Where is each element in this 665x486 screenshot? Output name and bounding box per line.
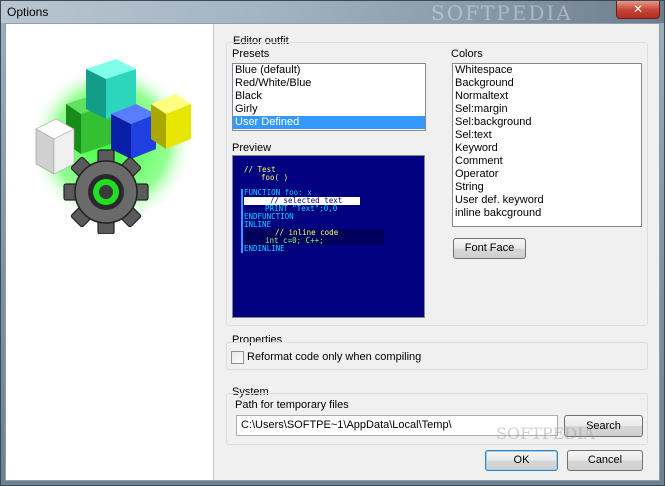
preset-item[interactable]: Red/White/Blue — [233, 77, 425, 90]
ok-button[interactable]: OK — [485, 450, 558, 471]
presets-list[interactable]: Blue (default) Red/White/Blue Black Girl… — [232, 63, 426, 131]
margin-bar — [241, 189, 243, 253]
color-item[interactable]: Whitespace — [453, 64, 641, 77]
presets-label: Presets — [232, 48, 270, 60]
reformat-checkbox[interactable] — [231, 351, 244, 364]
color-item[interactable]: inline bakcground — [453, 207, 641, 220]
preview-line: foo( ) — [261, 173, 289, 182]
title-bar[interactable]: Options SOFTPEDIA ✕ — [1, 1, 664, 25]
preview-line: ENDINLINE — [244, 244, 285, 253]
options-window: Options SOFTPEDIA ✕ Editor outfit Preset… — [0, 0, 665, 486]
color-item[interactable]: Sel:background — [453, 116, 641, 129]
watermark: SOFTPEDIA — [431, 1, 573, 25]
dialog-body: Editor outfit Presets Blue (default) Red… — [5, 23, 660, 481]
color-item[interactable]: Operator — [453, 168, 641, 181]
cancel-button[interactable]: Cancel — [567, 450, 643, 471]
reformat-label: Reformat code only when compiling — [247, 351, 422, 363]
window-title: Options — [7, 5, 49, 19]
colors-label: Colors — [451, 48, 483, 60]
preview-line: INLINE — [244, 220, 272, 229]
color-item[interactable]: Background — [453, 77, 641, 90]
preview-label: Preview — [232, 142, 272, 154]
color-item[interactable]: Keyword — [453, 142, 641, 155]
preset-item[interactable]: Girly — [233, 103, 425, 116]
temp-path-label: Path for temporary files — [235, 399, 349, 411]
cubes-and-gear-icon — [29, 59, 193, 234]
color-item[interactable]: Sel:text — [453, 129, 641, 142]
colors-list[interactable]: Whitespace Background Normaltext Sel:mar… — [452, 63, 642, 227]
logo-panel — [6, 24, 214, 480]
close-icon: ✕ — [632, 2, 644, 16]
color-item[interactable]: Comment — [453, 155, 641, 168]
preview-pane: // Test foo( ) FUNCTION foo: x // select… — [232, 155, 425, 318]
preset-item[interactable]: Blue (default) — [233, 64, 425, 77]
preset-item[interactable]: Black — [233, 90, 425, 103]
preset-item-selected[interactable]: User Defined — [233, 116, 425, 129]
color-item[interactable]: String — [453, 181, 641, 194]
close-button[interactable]: ✕ — [616, 1, 660, 19]
font-face-button[interactable]: Font Face — [453, 238, 526, 259]
watermark: SOFTPEDIA — [496, 424, 595, 443]
color-item[interactable]: Normaltext — [453, 90, 641, 103]
color-item[interactable]: Sel:margin — [453, 103, 641, 116]
color-item[interactable]: User def. keyword — [453, 194, 641, 207]
